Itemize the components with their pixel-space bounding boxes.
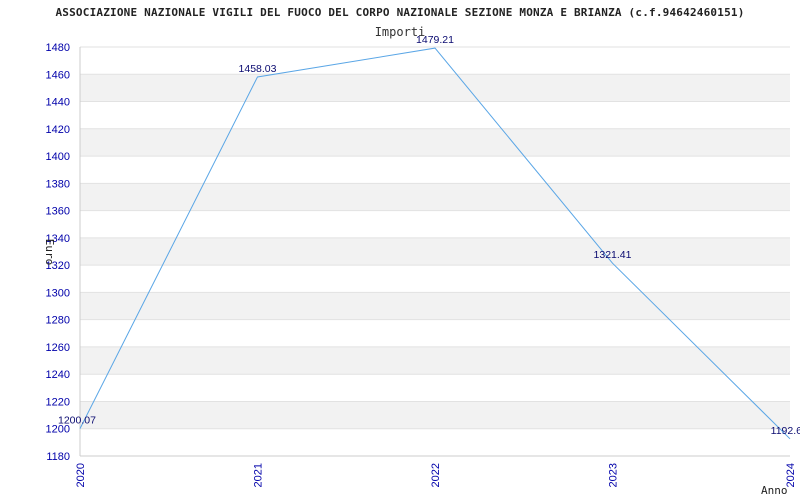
y-tick-label: 1300 xyxy=(46,287,70,299)
grid-band xyxy=(80,237,790,266)
x-tick-label: 2021 xyxy=(253,463,265,487)
grid-band xyxy=(80,401,790,429)
data-label: 1200.07 xyxy=(58,415,96,427)
grid-band xyxy=(80,128,790,157)
y-tick-label: 1260 xyxy=(46,342,70,354)
grid-band xyxy=(80,74,790,102)
grid-bands xyxy=(80,74,790,429)
x-tick-labels: 2020 2021 2022 2023 2024 xyxy=(75,463,797,487)
x-tick-label: 2020 xyxy=(75,463,87,487)
y-tick-label: 1420 xyxy=(46,124,70,136)
data-label: 1321.41 xyxy=(594,249,632,261)
x-tick-label: 2023 xyxy=(608,463,620,487)
grid-band xyxy=(80,292,790,320)
line-chart: 1180120012201240126012801300132013401360… xyxy=(43,34,800,497)
grid-band xyxy=(80,183,790,211)
y-tick-label: 1360 xyxy=(46,206,70,218)
y-tick-label: 1400 xyxy=(46,151,70,163)
y-axis-label: Euro xyxy=(43,239,56,266)
y-tick-label: 1440 xyxy=(46,97,70,109)
y-tick-label: 1180 xyxy=(46,451,70,463)
y-tick-label: 1460 xyxy=(46,69,70,81)
y-tick-label: 1240 xyxy=(46,369,70,381)
y-tick-label: 1280 xyxy=(46,315,70,327)
x-axis-label: Anno xyxy=(761,484,788,497)
y-tick-label: 1380 xyxy=(46,178,70,190)
x-tick-label: 2022 xyxy=(430,463,442,487)
y-tick-label: 1220 xyxy=(46,396,70,408)
grid-band xyxy=(80,346,790,375)
y-tick-label: 1480 xyxy=(46,42,70,54)
data-label: 1479.21 xyxy=(416,34,454,46)
data-label: 1458.03 xyxy=(239,63,277,75)
data-label: 1192.6 xyxy=(771,425,800,437)
